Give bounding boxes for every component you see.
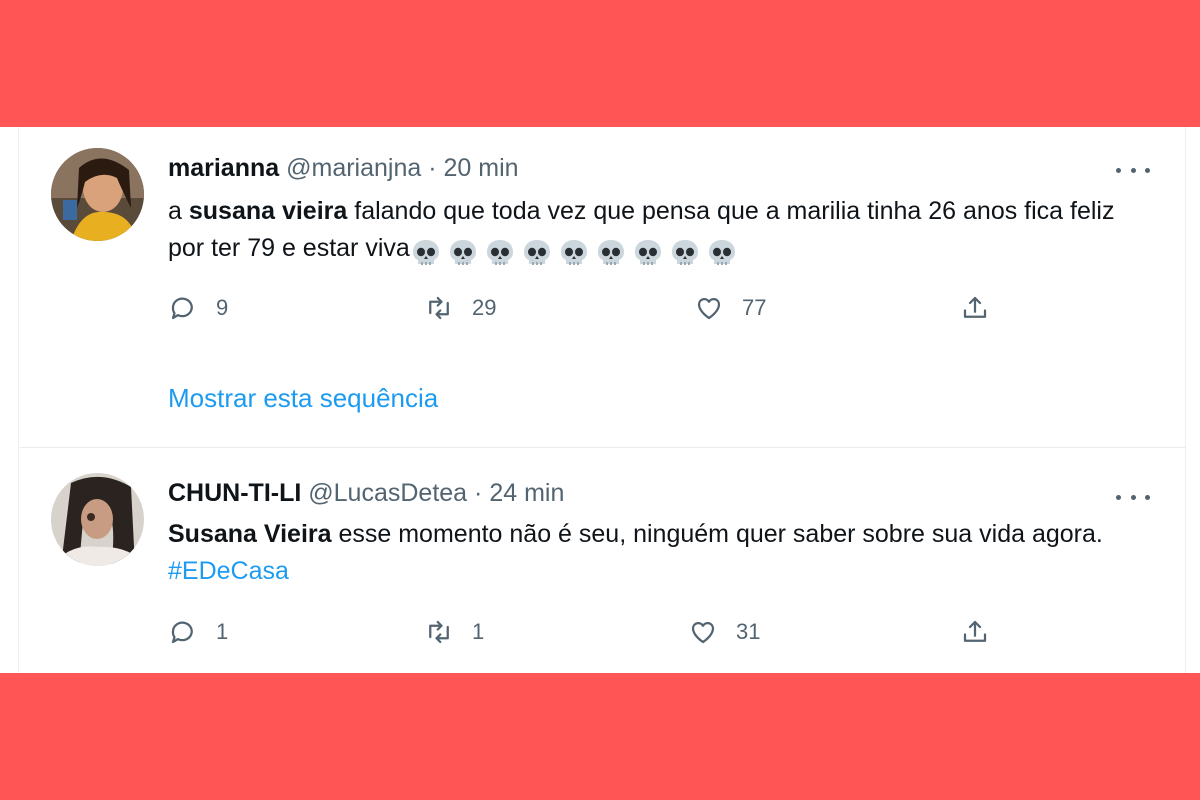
share-button[interactable] [960, 617, 990, 647]
reply-count: 1 [216, 619, 229, 644]
retweet-icon [429, 296, 449, 320]
tweet-chun-ti-li[interactable]: CHUN-TI-LI @LucasDetea · 24 min Susana V… [0, 448, 1200, 673]
reply-button[interactable]: 9 [168, 293, 228, 323]
retweet-count: 1 [472, 619, 485, 644]
tweet-feed: marianna @marianjna · 20 min a susana vi… [0, 127, 1200, 673]
tweet-marianna[interactable]: marianna @marianjna · 20 min a susana vi… [0, 127, 1200, 447]
display-name[interactable]: marianna [168, 154, 279, 182]
show-thread-link[interactable]: Mostrar esta sequência [168, 383, 438, 414]
separator: · [474, 479, 483, 507]
tweet-text: a susana vieira falando que toda vez que… [168, 193, 1148, 271]
more-options-icon[interactable] [1116, 165, 1150, 175]
retweet-icon [429, 620, 449, 644]
heart-icon [691, 621, 715, 644]
skull-emoji-icon [671, 240, 698, 266]
display-name[interactable]: CHUN-TI-LI [168, 479, 301, 507]
hashtag-link[interactable]: #EDeCasa [168, 557, 289, 585]
bold-mention: susana vieira [188, 197, 348, 225]
retweet-button[interactable]: 29 [424, 293, 496, 323]
reply-button[interactable]: 1 [168, 617, 228, 647]
skull-emoji-icon [634, 240, 661, 266]
timestamp[interactable]: 20 min [444, 154, 519, 182]
skull-emoji-icon [597, 240, 624, 266]
skull-emoji-row [410, 234, 743, 271]
share-button[interactable] [960, 293, 990, 323]
handle[interactable]: @marianjna [286, 154, 421, 182]
share-icon [963, 620, 987, 642]
skull-emoji-icon [560, 240, 587, 266]
skull-emoji-icon [449, 240, 476, 266]
like-count: 77 [742, 295, 767, 320]
tweet-header: marianna @marianjna · 20 min [168, 154, 519, 183]
more-options-icon[interactable] [1116, 492, 1150, 502]
reply-icon [171, 621, 193, 644]
handle[interactable]: @LucasDetea [308, 479, 467, 507]
avatar[interactable] [51, 473, 144, 566]
like-button[interactable]: 31 [688, 617, 760, 647]
bold-mention: Susana Vieira [168, 520, 332, 548]
like-button[interactable]: 77 [694, 293, 766, 323]
avatar[interactable] [51, 148, 144, 241]
skull-emoji-icon [412, 240, 439, 266]
heart-icon [697, 297, 721, 320]
separator: · [428, 154, 437, 182]
tweet-header: CHUN-TI-LI @LucasDetea · 24 min [168, 479, 564, 508]
skull-emoji-icon [523, 240, 550, 266]
tweet-actions: 9 29 77 [168, 293, 1008, 333]
like-count: 31 [736, 619, 761, 644]
share-icon [963, 296, 987, 318]
retweet-button[interactable]: 1 [424, 617, 484, 647]
reply-icon [171, 297, 193, 320]
timestamp[interactable]: 24 min [489, 479, 564, 507]
retweet-count: 29 [472, 295, 497, 320]
tweet-actions: 1 1 31 [168, 617, 1008, 657]
reply-count: 9 [216, 295, 229, 320]
skull-emoji-icon [708, 240, 735, 266]
skull-emoji-icon [486, 240, 513, 266]
tweet-text: Susana Vieira esse momento não é seu, ni… [168, 520, 1103, 585]
